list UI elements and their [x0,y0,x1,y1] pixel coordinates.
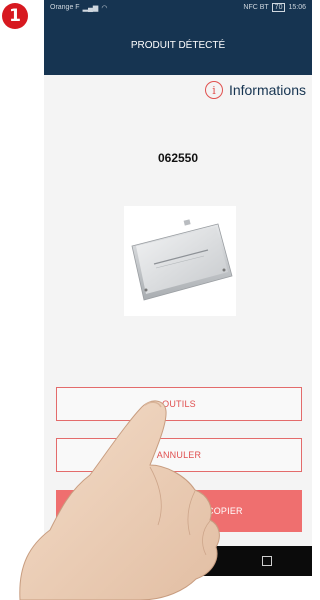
tools-button[interactable]: OUTILS [56,387,302,421]
page-title: PRODUIT DÉTECTÉ [130,39,226,51]
phone-screen: Orange F ▂▄▆ ◠ NFC BT 70 15:06 PRODUIT D… [44,0,312,600]
recent-apps-icon[interactable] [262,556,273,566]
info-icon: i [204,81,223,99]
step-number-badge: 1 [2,3,28,29]
status-bar: Orange F ▂▄▆ ◠ NFC BT 70 15:06 [44,0,312,15]
home-icon[interactable] [171,555,183,567]
signal-icon: ▂▄▆ [82,4,99,12]
cancel-button[interactable]: ANNULER [56,438,302,472]
clock: 15:06 [288,4,306,11]
params-copy-button[interactable]: LES PARAMÈTRES / COPIER [56,490,302,532]
informations-link[interactable]: i Informations [204,78,306,102]
product-image [124,206,236,316]
informations-label: Informations [228,82,306,98]
android-nav-bar [44,546,312,576]
battery-icon: 70 [271,3,286,12]
thermostat-device-illustration [131,219,233,301]
carrier-label: Orange F [50,4,80,11]
back-icon[interactable] [83,556,92,566]
app-header: PRODUIT DÉTECTÉ [44,15,312,75]
nfc-bluetooth-icons: NFC BT [243,4,269,11]
wifi-icon: ◠ [101,4,108,12]
product-code: 062550 [157,151,199,165]
